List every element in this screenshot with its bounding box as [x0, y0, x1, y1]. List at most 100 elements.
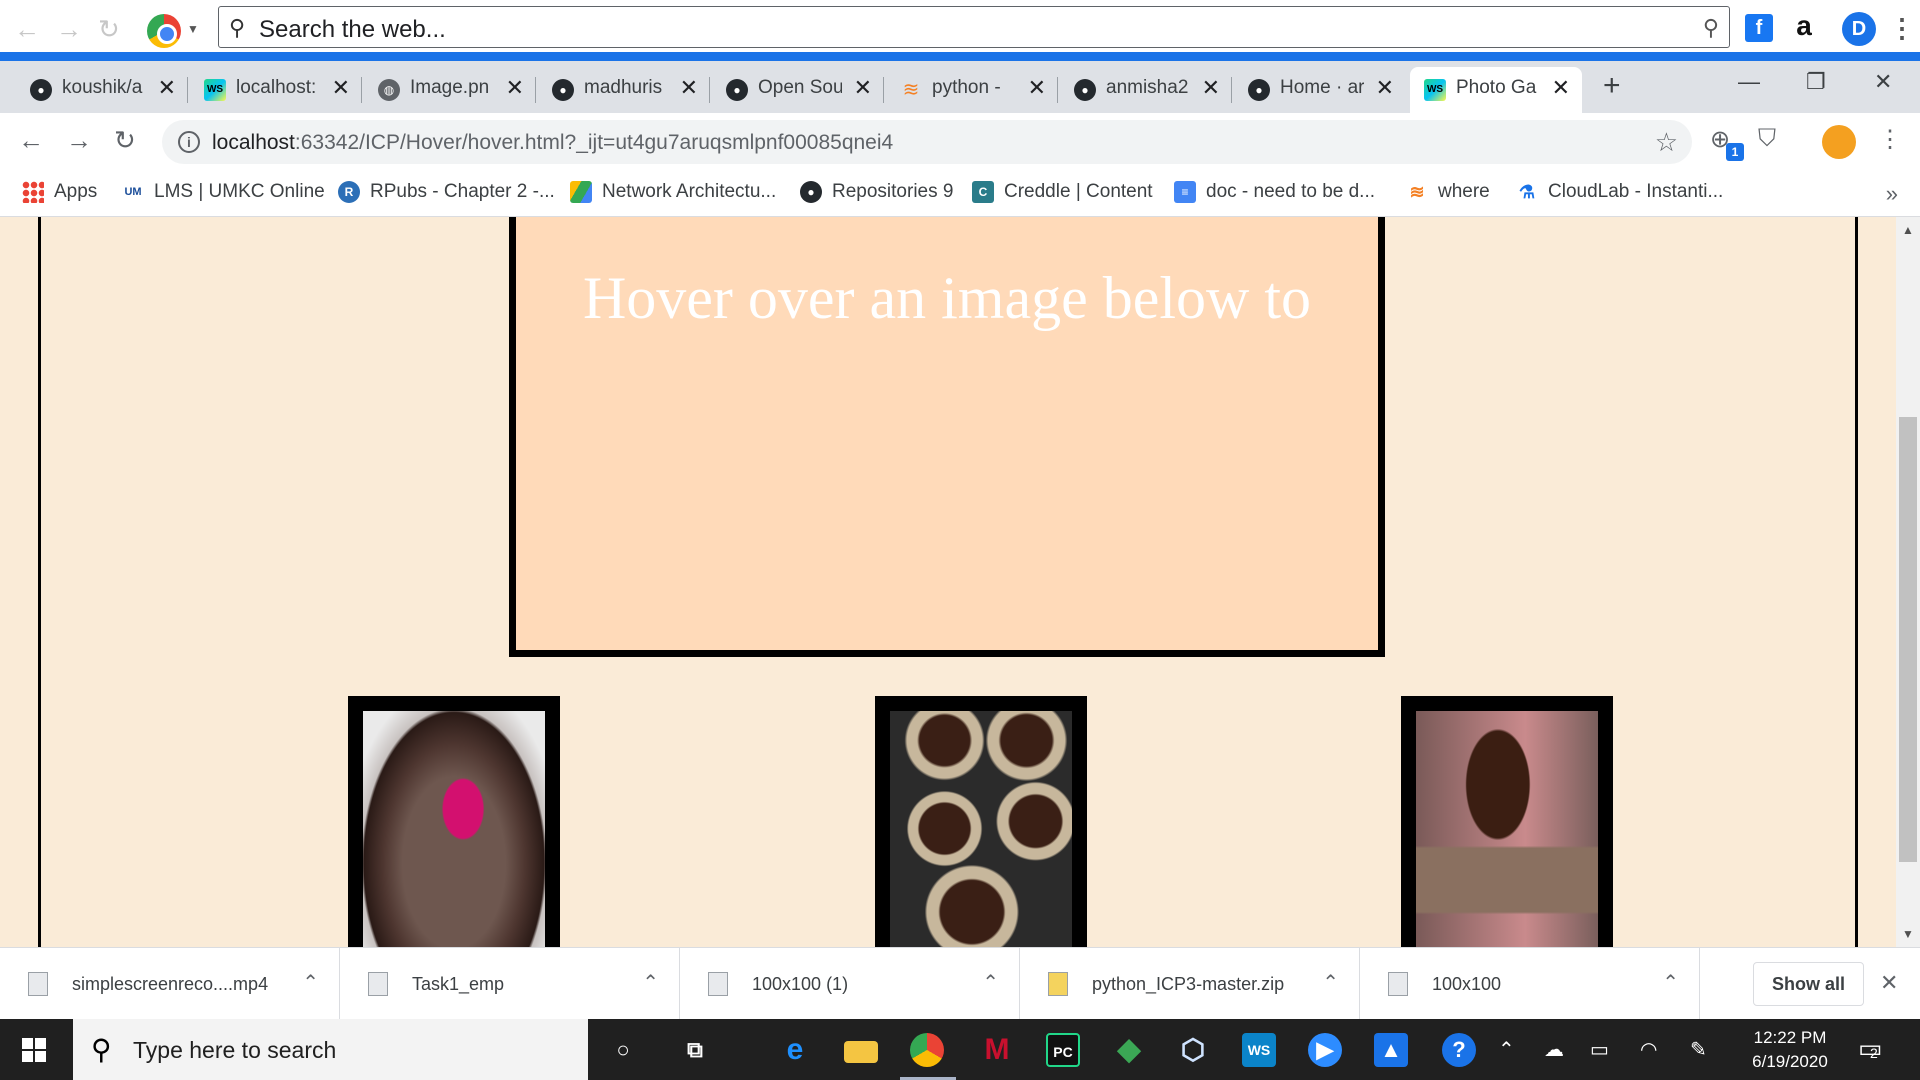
battery-icon[interactable]: ▭ — [1590, 1037, 1609, 1062]
bookmark-star-icon[interactable]: ☆ — [1655, 127, 1678, 158]
close-icon[interactable]: ✕ — [1552, 75, 1570, 101]
edge-icon[interactable]: e — [778, 1033, 812, 1067]
web-search-input[interactable]: ⚲ Search the web... ⚲ — [218, 6, 1730, 48]
toolbar-reload-icon[interactable]: ↻ — [98, 14, 120, 45]
back-icon[interactable]: ← — [18, 125, 44, 156]
close-icon[interactable]: ✕ — [680, 75, 698, 101]
bookmark-repositories[interactable]: ● Repositories 9 — [800, 181, 953, 207]
close-icon[interactable]: ✕ — [1028, 75, 1046, 101]
tab-home[interactable]: ● Home · ar ✕ — [1234, 67, 1406, 113]
close-shelf-icon[interactable]: ✕ — [1880, 970, 1898, 996]
zoom-icon[interactable]: ▶ — [1308, 1033, 1342, 1067]
profile-d-icon[interactable]: D — [1842, 12, 1876, 46]
tab-madhuris[interactable]: ● madhuris ✕ — [538, 67, 710, 113]
close-icon[interactable]: ✕ — [332, 75, 350, 101]
close-icon[interactable]: ✕ — [158, 75, 176, 101]
bookmark-network[interactable]: Network Architectu... — [570, 181, 776, 207]
search-toolbar: ← → ↻ ▼ ⚲ Search the web... ⚲ f a D ⋮ — [0, 0, 1920, 52]
chrome-menu-icon[interactable]: ⋮ — [1878, 125, 1902, 154]
facebook-icon[interactable]: f — [1745, 14, 1773, 42]
virtualbox-icon[interactable]: ⬡ — [1176, 1033, 1210, 1067]
google-docs-icon: ≡ — [1174, 181, 1196, 203]
scroll-up-icon[interactable]: ▲ — [1902, 223, 1914, 237]
photos-icon[interactable]: ▲ — [1374, 1033, 1408, 1067]
download-item[interactable]: python_ICP3-master.zip ⌃ — [1020, 948, 1360, 1020]
restore-icon[interactable]: ❐ — [1806, 69, 1826, 95]
download-item[interactable]: 100x100 (1) ⌃ — [680, 948, 1020, 1020]
page-scrollbar[interactable]: ▲ ▼ — [1896, 217, 1920, 947]
shield-icon[interactable]: ⛉ — [1758, 125, 1776, 153]
download-item[interactable]: simplescreenreco....mp4 ⌃ — [0, 948, 340, 1020]
bookmark-apps[interactable]: Apps — [22, 181, 97, 207]
bookmark-doc[interactable]: ≡ doc - need to be d... — [1174, 181, 1375, 207]
amazon-icon[interactable]: a — [1790, 12, 1818, 42]
forward-icon[interactable]: → — [66, 125, 92, 156]
system-clock[interactable]: 12:22 PM 6/19/2020 — [1735, 1026, 1845, 1074]
download-name: 100x100 (1) — [752, 974, 849, 994]
file-icon — [1388, 972, 1408, 996]
pycharm-icon[interactable]: PC — [1046, 1033, 1080, 1067]
bookmark-lms[interactable]: UM LMS | UMKC Online — [122, 181, 324, 207]
chevron-up-icon[interactable]: ⌃ — [302, 970, 319, 995]
more-options-icon[interactable]: ⋮ — [1888, 14, 1916, 42]
chevron-up-icon[interactable]: ⌃ — [982, 970, 999, 995]
site-info-icon[interactable]: i — [178, 131, 200, 153]
cortana-icon[interactable]: ○ — [606, 1033, 640, 1067]
thumbnail-cupcake-tin[interactable] — [875, 696, 1087, 947]
tab-koushik[interactable]: ● koushik/a ✕ — [16, 67, 188, 113]
webstorm-icon[interactable]: WS — [1242, 1033, 1276, 1067]
notification-center-icon[interactable]: ▭ 2 — [1858, 1033, 1883, 1064]
search-icon: ⚲ — [91, 1034, 112, 1065]
help-icon[interactable]: ? — [1442, 1033, 1476, 1067]
app-green-icon[interactable]: ◆ — [1112, 1033, 1146, 1067]
tray-chevron-icon[interactable]: ⌃ — [1498, 1037, 1515, 1062]
chevron-down-icon[interactable]: ▼ — [187, 22, 199, 36]
bookmark-rpubs[interactable]: R RPubs - Chapter 2 -... — [338, 181, 555, 207]
taskbar-search-input[interactable]: ⚲ Type here to search — [73, 1019, 588, 1080]
video-file-icon — [28, 972, 48, 996]
cloud-sync-icon[interactable]: ☁ — [1544, 1037, 1564, 1062]
thumbnail-batter[interactable] — [348, 696, 560, 947]
close-icon[interactable]: ✕ — [1202, 75, 1220, 101]
close-icon[interactable]: ✕ — [854, 75, 872, 101]
thumbnail-cupcake[interactable] — [1401, 696, 1613, 947]
zoom-search-icon[interactable]: ⚲ — [1703, 15, 1719, 41]
bookmark-where[interactable]: ≋ where — [1406, 181, 1489, 207]
tab-photo-gallery[interactable]: WS Photo Ga ✕ — [1410, 67, 1582, 113]
bookmark-creddle[interactable]: C Creddle | Content — [972, 181, 1153, 207]
chevron-up-icon[interactable]: ⌃ — [1322, 970, 1339, 995]
bookmark-cloudlab[interactable]: ⚗ CloudLab - Instanti... — [1516, 181, 1723, 207]
taskbar: ⚲ Type here to search ○ ⧉ e M PC ◆ ⬡ WS … — [0, 1019, 1920, 1080]
mcafee-icon[interactable]: M — [980, 1033, 1014, 1067]
tab-open-source[interactable]: ● Open Sou ✕ — [712, 67, 884, 113]
task-view-icon[interactable]: ⧉ — [678, 1033, 712, 1067]
address-input[interactable]: i localhost:63342/ICP/Hover/hover.html?_… — [162, 120, 1692, 164]
chrome-logo-icon[interactable] — [147, 14, 181, 48]
windows-start-icon[interactable] — [22, 1038, 46, 1062]
scroll-down-icon[interactable]: ▼ — [1902, 927, 1914, 941]
more-bookmarks-icon[interactable]: » — [1886, 181, 1898, 207]
chrome-icon[interactable] — [910, 1033, 944, 1067]
download-item[interactable]: Task1_emp ⌃ — [340, 948, 680, 1020]
toolbar-back-icon[interactable]: ← — [14, 14, 40, 45]
tab-anmisha[interactable]: ● anmisha2 ✕ — [1060, 67, 1232, 113]
tab-image[interactable]: ◍ Image.pn ✕ — [364, 67, 536, 113]
toolbar-forward-icon[interactable]: → — [56, 14, 82, 45]
show-all-button[interactable]: Show all — [1753, 962, 1864, 1006]
chevron-up-icon[interactable]: ⌃ — [642, 970, 659, 995]
window-close-icon[interactable]: ✕ — [1874, 69, 1892, 95]
file-explorer-icon[interactable] — [844, 1041, 878, 1063]
wifi-icon[interactable]: ◠ — [1640, 1037, 1657, 1062]
new-tab-icon[interactable]: + — [1603, 69, 1621, 103]
scrollbar-thumb[interactable] — [1899, 417, 1917, 862]
tab-python[interactable]: ≋ python - ✕ — [886, 67, 1058, 113]
close-icon[interactable]: ✕ — [1376, 75, 1394, 101]
download-item[interactable]: 100x100 ⌃ — [1360, 948, 1700, 1020]
minimize-icon[interactable]: — — [1738, 69, 1760, 95]
pen-icon[interactable]: ✎ — [1690, 1037, 1707, 1062]
avatar[interactable] — [1822, 125, 1856, 159]
close-icon[interactable]: ✕ — [506, 75, 524, 101]
chevron-up-icon[interactable]: ⌃ — [1662, 970, 1679, 995]
reload-icon[interactable]: ↻ — [114, 125, 136, 156]
tab-localhost[interactable]: WS localhost: ✕ — [190, 67, 362, 113]
